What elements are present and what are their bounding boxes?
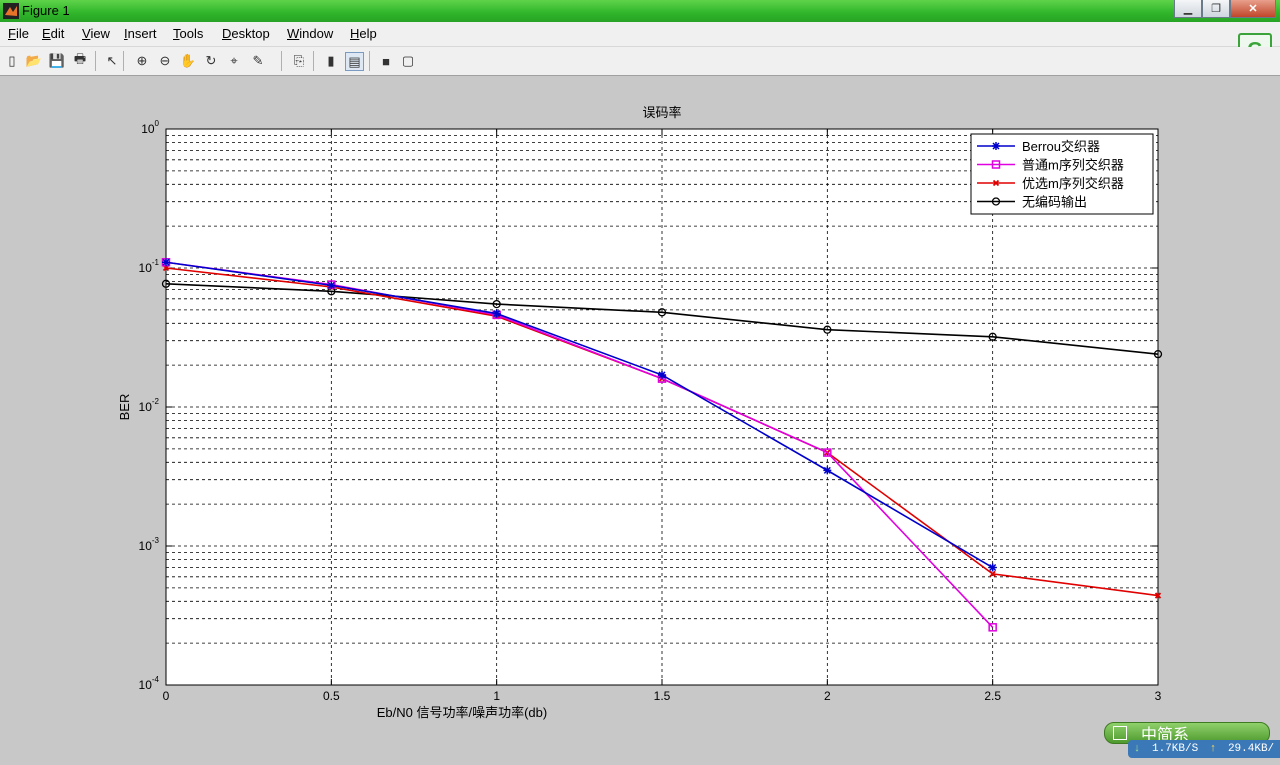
menu-tools[interactable]: Tools <box>173 26 203 41</box>
menu-mnemonic: F <box>8 26 16 41</box>
x-tick-label: 0 <box>163 689 170 703</box>
data-point <box>327 281 336 290</box>
menu-insert[interactable]: Insert <box>124 26 157 41</box>
minimize-button[interactable]: ▁ <box>1174 0 1202 18</box>
menu-help[interactable]: Help <box>350 26 377 41</box>
menu-bar: File Edit View Insert Tools Desktop Window Help <box>0 22 1280 47</box>
legend-label: Berrou交织器 <box>1022 139 1100 154</box>
menu-edit[interactable]: Edit <box>42 26 64 41</box>
menu-file[interactable]: File <box>8 26 29 41</box>
menu-label-rest: ile <box>15 26 29 41</box>
y-tick-base: 10 <box>139 400 153 414</box>
pan-hand-icon[interactable]: ✋ <box>179 52 197 70</box>
x-axis-label: Eb/N0 信号功率/噪声功率(db) <box>377 705 547 720</box>
toolbar-separator <box>95 51 96 71</box>
y-tick-label: 10-1 <box>139 258 160 275</box>
y-tick-label: 100 <box>141 119 159 136</box>
legend-label: 优选m序列交织器 <box>1022 176 1124 191</box>
menu-label-rest: elp <box>359 26 377 41</box>
x-tick-label: 3 <box>1155 689 1162 703</box>
data-cursor-icon[interactable]: ⌖ <box>225 52 243 70</box>
zoom-in-icon[interactable]: ⊕ <box>133 52 151 70</box>
menu-label-rest: ools <box>179 26 204 41</box>
download-speed: 1.7KB/S <box>1151 743 1199 755</box>
menu-mnemonic: E <box>42 26 51 41</box>
select-arrow-icon[interactable]: ↖ <box>103 52 121 70</box>
toolbar-separator <box>281 51 282 71</box>
menu-desktop[interactable]: Desktop <box>222 26 270 41</box>
ber-chart[interactable]: 0 0.5 1 1.5 2 2.5 310010-110-210-310-4误码率Eb/N0… <box>0 76 1280 762</box>
legend-icon[interactable]: ▤ <box>345 52 364 71</box>
toolbar-separator <box>313 51 314 71</box>
legend-label: 普通m序列交织器 <box>1022 158 1124 173</box>
upload-speed: 29.4KB/ <box>1227 743 1275 755</box>
menu-window[interactable]: Window <box>287 26 333 41</box>
zoom-out-icon[interactable]: ⊖ <box>156 52 174 70</box>
menu-view[interactable]: View <box>82 26 110 41</box>
network-speed-widget: ↓ 1.7KB/S ↑ 29.4KB/ <box>1128 740 1280 758</box>
link-plot-icon[interactable]: ⎘ <box>290 52 308 70</box>
legend-label: 无编码输出 <box>1022 195 1087 210</box>
x-tick-label: 0.5 <box>323 689 340 703</box>
figure-toolbar: ▯ 📂 💾 🖶 ↖ ⊕ ⊖ ✋ ↻ ⌖ ✎ ⎘ ▮ ▤ ■ ▢ <box>0 47 1280 76</box>
new-figure-icon[interactable]: ▯ <box>3 52 21 70</box>
y-tick-base: 10 <box>139 678 153 692</box>
y-tick-exponent: 0 <box>155 119 160 128</box>
menu-mnemonic: H <box>350 26 360 41</box>
y-tick-base: 10 <box>139 539 153 553</box>
y-tick-label: 10-2 <box>139 397 160 414</box>
figure-canvas: 0 0.5 1 1.5 2 2.5 3 100 10-1 10-2 10-3 10-4 误码率 Eb/N0… <box>0 76 1280 762</box>
upload-arrow-icon: ↑ <box>1209 743 1217 755</box>
window-title-bar: Figure 1 ▁ ❐ ✕ <box>0 0 1280 22</box>
download-arrow-icon: ↓ <box>1133 743 1141 755</box>
y-tick-label: 10-4 <box>139 675 160 692</box>
dock-icon[interactable]: ▢ <box>399 52 417 70</box>
x-tick-label: 2.5 <box>984 689 1001 703</box>
brush-icon[interactable]: ✎ <box>249 52 267 70</box>
menu-label-rest: indow <box>299 26 334 41</box>
y-tick-label: 10-3 <box>139 536 160 553</box>
colorbar-icon[interactable]: ▮ <box>322 52 340 70</box>
save-icon[interactable]: 💾 <box>48 52 66 70</box>
x-tick-label: 1.5 <box>654 689 671 703</box>
legend-swatch-marker <box>992 142 1000 150</box>
y-tick-exponent: -1 <box>152 258 160 267</box>
x-tick-label: 2 <box>824 689 831 703</box>
menu-label-rest: nsert <box>127 26 157 41</box>
data-point <box>823 466 832 475</box>
toolbar-separator <box>369 51 370 71</box>
data-point <box>492 309 501 318</box>
window-controls: ▁ ❐ ✕ <box>1174 0 1276 18</box>
matlab-logo-icon <box>3 3 19 19</box>
window-title: Figure 1 <box>22 3 70 18</box>
close-button[interactable]: ✕ <box>1230 0 1276 18</box>
menu-mnemonic: D <box>222 26 232 41</box>
x-tick-label: 1 <box>493 689 500 703</box>
open-file-icon[interactable]: 📂 <box>25 52 43 70</box>
menu-label-rest: dit <box>50 26 65 41</box>
print-icon[interactable]: 🖶 <box>71 51 89 70</box>
y-tick-base: 10 <box>141 122 155 136</box>
data-point <box>988 563 997 572</box>
maximize-button[interactable]: ❐ <box>1202 0 1230 18</box>
y-tick-exponent: -4 <box>152 675 160 684</box>
y-tick-exponent: -2 <box>152 397 160 406</box>
menu-mnemonic: W <box>287 26 300 41</box>
data-point <box>162 258 170 267</box>
toolbar-separator <box>123 51 124 71</box>
ime-mode-icon <box>1113 726 1127 740</box>
menu-label-rest: esktop <box>231 26 270 41</box>
chart-title: 误码率 <box>642 105 681 120</box>
y-tick-base: 10 <box>139 261 153 275</box>
data-point <box>658 370 666 379</box>
rotate-3d-icon[interactable]: ↻ <box>202 52 220 70</box>
hide-tools-icon[interactable]: ■ <box>377 52 395 70</box>
menu-label-rest: iew <box>90 26 110 41</box>
y-tick-exponent: -3 <box>152 536 160 545</box>
y-axis-label: BER <box>117 394 132 421</box>
